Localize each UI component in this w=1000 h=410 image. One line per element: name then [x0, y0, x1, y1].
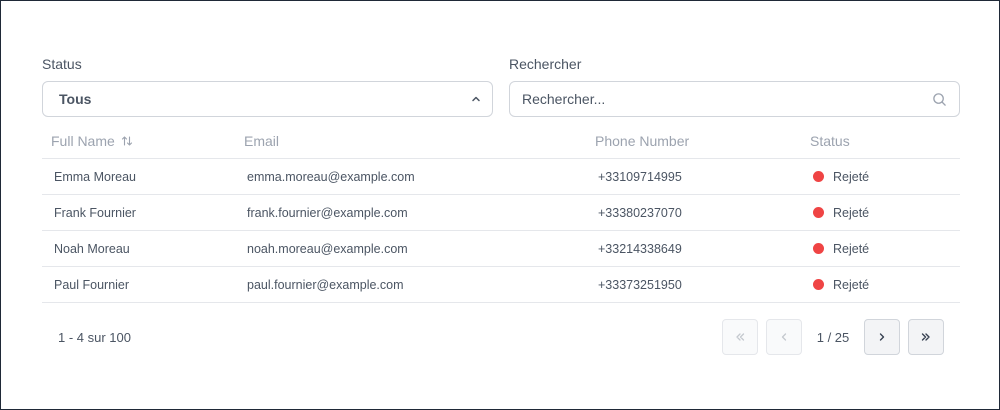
header-email: Email	[244, 133, 280, 149]
chevrons-left-icon	[736, 333, 745, 341]
chevrons-right-icon	[921, 333, 930, 341]
search-filter-label: Rechercher	[509, 56, 582, 72]
cell-email: frank.fournier@example.com	[247, 205, 408, 220]
status-dot-icon	[813, 207, 824, 218]
contacts-table: Full Name Email Phone Number Status Emma…	[42, 124, 960, 303]
cell-email: paul.fournier@example.com	[247, 277, 404, 292]
chevron-up-icon	[472, 96, 480, 102]
first-page-button[interactable]	[722, 319, 758, 355]
cell-phone: +33109714995	[598, 169, 682, 184]
status-dot-icon	[813, 279, 824, 290]
cell-status: Rejeté	[801, 170, 960, 184]
table-row[interactable]: Emma Moreau emma.moreau@example.com +331…	[42, 159, 960, 195]
status-dot-icon	[813, 171, 824, 182]
cell-email: emma.moreau@example.com	[247, 169, 415, 184]
table-header: Full Name Email Phone Number Status	[42, 124, 960, 159]
last-page-button[interactable]	[908, 319, 944, 355]
status-dot-icon	[813, 243, 824, 254]
cell-email: noah.moreau@example.com	[247, 241, 408, 256]
status-label: Rejeté	[833, 205, 870, 220]
status-select[interactable]: Tous	[42, 81, 493, 117]
chevron-right-icon	[879, 333, 885, 341]
status-select-value: Tous	[59, 91, 92, 107]
pagination-footer: 1 - 4 sur 100 1 / 25	[42, 319, 960, 355]
cell-name: Noah Moreau	[54, 241, 130, 256]
pagination-controls: 1 / 25	[722, 319, 960, 355]
pagination-range: 1 - 4 sur 100	[58, 329, 131, 345]
filters-bar: Status Tous Rechercher	[42, 56, 960, 117]
sort-icon[interactable]	[121, 135, 133, 147]
cell-name: Paul Fournier	[54, 277, 130, 292]
header-phone: Phone Number	[595, 133, 690, 149]
status-label: Rejeté	[833, 169, 870, 184]
search-filter: Rechercher	[509, 56, 960, 117]
cell-status: Rejeté	[801, 206, 960, 220]
table-row[interactable]: Paul Fournier paul.fournier@example.com …	[42, 267, 960, 303]
status-label: Rejeté	[833, 277, 870, 292]
cell-phone: +33380237070	[598, 205, 682, 220]
header-full-name-label: Full Name	[51, 133, 115, 149]
prev-page-button[interactable]	[766, 319, 802, 355]
search-input[interactable]	[522, 84, 922, 114]
table-row[interactable]: Frank Fournier frank.fournier@example.co…	[42, 195, 960, 231]
table-row[interactable]: Noah Moreau noah.moreau@example.com +332…	[42, 231, 960, 267]
cell-name: Frank Fournier	[54, 205, 136, 220]
page-frame: Status Tous Rechercher Full Name Email P…	[0, 0, 1000, 410]
status-label: Rejeté	[833, 241, 870, 256]
cell-name: Emma Moreau	[54, 169, 136, 184]
cell-status: Rejeté	[801, 242, 960, 256]
search-icon[interactable]	[932, 92, 947, 107]
header-full-name[interactable]: Full Name	[42, 133, 235, 149]
page-indicator: 1 / 25	[816, 329, 850, 345]
search-box	[509, 81, 960, 117]
next-page-button[interactable]	[864, 319, 900, 355]
cell-phone: +33373251950	[598, 277, 682, 292]
cell-phone: +33214338649	[598, 241, 682, 256]
chevron-left-icon	[781, 333, 787, 341]
header-status: Status	[810, 133, 850, 149]
cell-status: Rejeté	[801, 278, 960, 292]
status-filter-label: Status	[42, 56, 82, 72]
status-filter: Status Tous	[42, 56, 493, 117]
